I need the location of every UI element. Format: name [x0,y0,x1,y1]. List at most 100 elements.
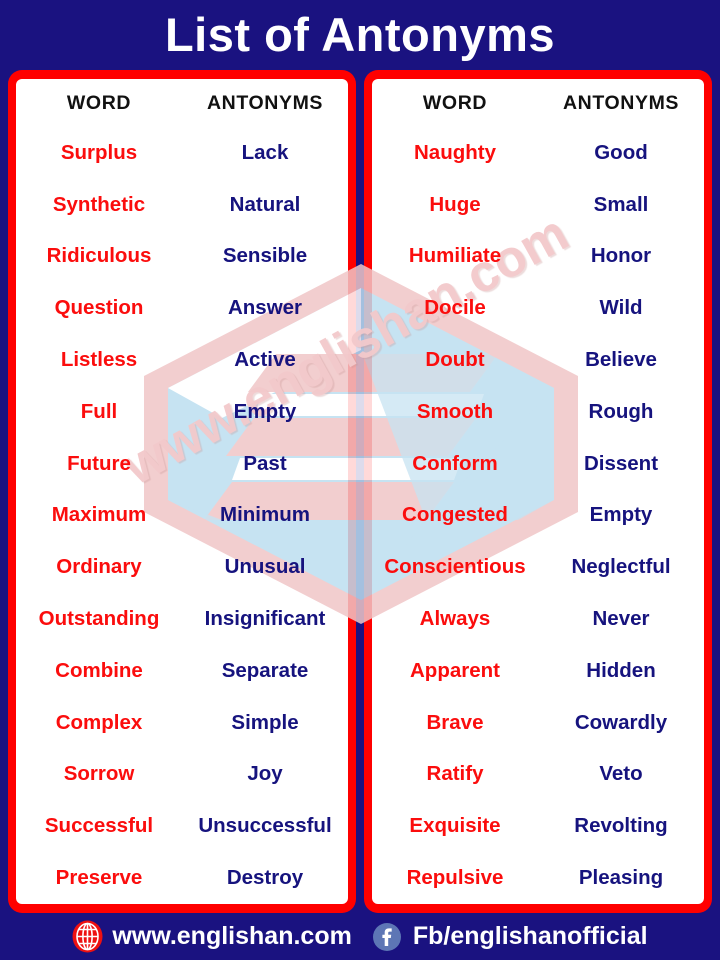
word-cell: Sorrow [63,762,135,786]
title-bar: List of Antonyms [0,0,720,70]
antonym-cell: Separate [221,658,309,682]
table-row: Conscientious Neglectful [372,541,704,593]
tables-container: WORD ANTONYMS Surplus Lack Synthetic Natur… [0,70,720,913]
word-cell: Preserve [55,866,143,890]
table-row: Sorrow Joy [16,749,348,801]
table-row: Ratify Veto [372,749,704,801]
antonym-cell: Empty [589,503,653,527]
word-cell: Ratify [426,762,484,786]
antonym-cell: Neglectful [571,555,671,579]
antonym-cell: Small [593,192,649,216]
word-cell: Successful [44,814,154,838]
antonym-cell: Natural [229,192,301,216]
table-row: Future Past [16,438,348,490]
antonym-cell: Minimum [220,503,310,527]
antonym-cell: Believe [585,348,657,372]
antonym-cell: Veto [599,762,643,786]
table-row: Successful Unsuccessful [16,800,348,852]
word-cell: Full [80,399,118,423]
left-table-inner: WORD ANTONYMS Surplus Lack Synthetic Natur… [16,79,348,904]
table-row: Doubt Believe [372,334,704,386]
antonym-cell: Unsuccessful [198,814,332,838]
left-table: WORD ANTONYMS Surplus Lack Synthetic Natur… [16,79,348,904]
facebook-label: Fb/englishanofficial [412,922,648,950]
word-cell: Outstanding [38,607,160,631]
word-cell: Exquisite [409,814,501,838]
table-row: Exquisite Revolting [372,800,704,852]
facebook-item[interactable]: Fb/englishanofficial [352,922,648,952]
table-header-row: WORD ANTONYMS [16,79,348,127]
table-row: Maximum Minimum [16,490,348,542]
column-header-antonyms: ANTONYMS [562,91,680,114]
website-item[interactable]: www.englishan.com [72,920,352,953]
antonym-cell: Sensible [222,244,308,268]
table-row: Question Answer [16,282,348,334]
word-cell: Docile [424,296,486,320]
antonym-cell: Pleasing [578,866,664,890]
table-row: Combine Separate [16,645,348,697]
antonym-cell: Revolting [574,814,668,838]
antonym-cell: Cowardly [574,710,668,734]
antonym-cell: Honor [590,244,652,268]
table-header-row: WORD ANTONYMS [372,79,704,127]
table-row: Full Empty [16,386,348,438]
table-row: Always Never [372,593,704,645]
word-cell: Synthetic [52,192,146,216]
antonym-cell: Empty [233,399,297,423]
column-header-word: WORD [422,91,488,114]
antonym-cell: Never [592,607,650,631]
left-table-body: Surplus Lack Synthetic Natural Ridiculous S… [16,127,348,904]
poster: List of Antonyms www.englishan.com WORD … [0,0,720,960]
table-row: Surplus Lack [16,127,348,179]
antonym-cell: Rough [588,399,654,423]
table-row: Listless Active [16,334,348,386]
word-cell: Naughty [414,140,496,164]
website-label: www.englishan.com [112,922,352,950]
antonym-cell: Hidden [586,658,656,682]
word-cell: Huge [429,192,481,216]
word-cell: Humiliate [408,244,502,268]
word-cell: Apparent [410,658,500,682]
column-header-word: WORD [66,91,132,114]
table-row: Humiliate Honor [372,231,704,283]
word-cell: Conform [412,451,498,475]
word-cell: Future [67,451,131,475]
word-cell: Complex [55,710,143,734]
table-row: Complex Simple [16,697,348,749]
table-row: Smooth Rough [372,386,704,438]
antonym-cell: Lack [241,140,289,164]
antonym-cell: Joy [247,762,283,786]
table-row: Preserve Destroy [16,852,348,904]
right-table-body: Naughty Good Huge Small Humiliate Honor Doc… [372,127,704,904]
antonym-cell: Past [243,451,287,475]
antonym-cell: Good [594,140,648,164]
word-cell: Conscientious [384,555,526,579]
table-row: Outstanding Insignificant [16,593,348,645]
antonym-cell: Insignificant [204,607,326,631]
column-header-antonyms: ANTONYMS [206,91,324,114]
footer-bar: www.englishan.com Fb/englishanofficial [0,913,720,960]
word-cell: Always [419,607,491,631]
page-title: List of Antonyms [164,8,556,61]
word-cell: Listless [60,348,138,372]
right-table-card: WORD ANTONYMS Naughty Good Huge Small Humi… [364,70,712,913]
word-cell: Repulsive [406,866,504,890]
left-table-card: WORD ANTONYMS Surplus Lack Synthetic Natur… [8,70,356,913]
word-cell: Doubt [425,348,485,372]
word-cell: Congested [402,503,508,527]
word-cell: Ordinary [56,555,142,579]
word-cell: Brave [426,710,484,734]
right-table-inner: WORD ANTONYMS Naughty Good Huge Small Humi… [372,79,704,904]
table-row: Ridiculous Sensible [16,231,348,283]
antonym-cell: Answer [227,296,303,320]
antonym-cell: Simple [231,710,299,734]
word-cell: Question [54,296,144,320]
table-row: Ordinary Unusual [16,541,348,593]
facebook-icon [372,922,402,952]
table-row: Brave Cowardly [372,697,704,749]
globe-icon [72,920,103,953]
antonym-cell: Dissent [583,451,659,475]
antonym-cell: Destroy [226,866,304,890]
table-row: Conform Dissent [372,438,704,490]
table-row: Docile Wild [372,282,704,334]
